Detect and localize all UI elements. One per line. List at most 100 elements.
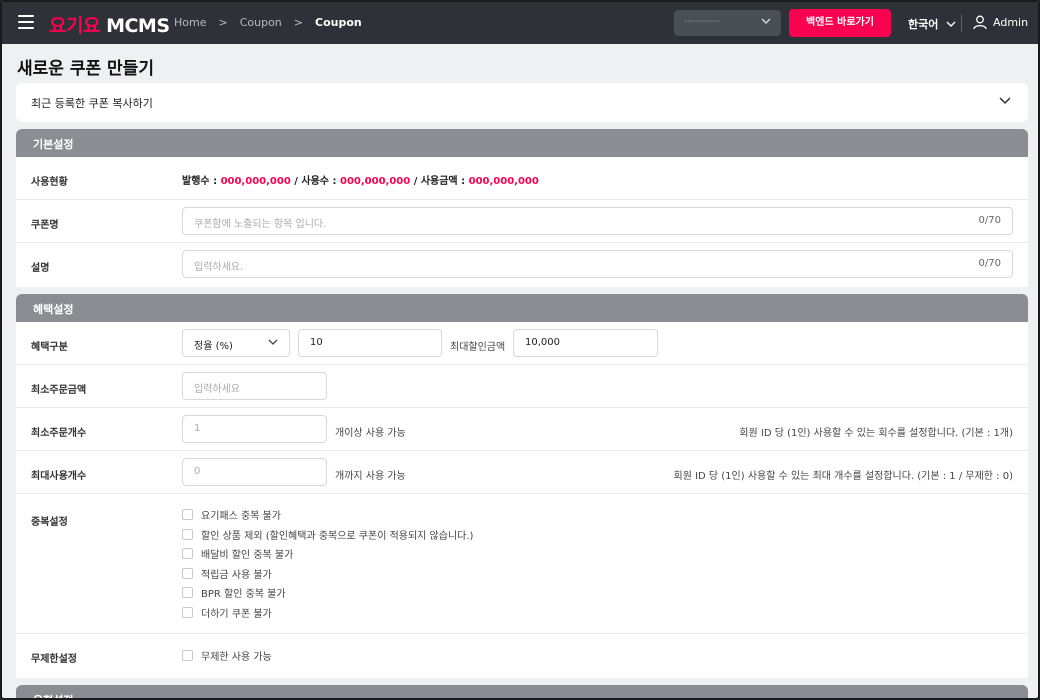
- issued-value: 000,000,000: [220, 176, 291, 187]
- unlimited-label: 무제한설정: [31, 654, 77, 665]
- checkbox[interactable]: [182, 650, 193, 662]
- duplicate-settings-row: 중복설정 요기패스 중복 불가 할인 상품 제외 (할인혜택과 중복으로 쿠폰이…: [16, 494, 1028, 634]
- type-settings-section: 유형설정: [16, 685, 1028, 698]
- coupon-name-label: 쿠폰명: [31, 220, 59, 231]
- checkbox-label: BPR 할인 중복 불가: [201, 589, 286, 601]
- page-title: 새로운 쿠폰 만들기: [17, 59, 154, 79]
- breadcrumb-coupon[interactable]: Coupon: [240, 16, 282, 29]
- checkbox[interactable]: [182, 509, 193, 521]
- usage-stats: 발행수 : 000,000,000 / 사용수 : 000,000,000 / …: [182, 172, 539, 187]
- used-value: 000,000,000: [339, 176, 411, 187]
- dup-option-delivery-fee[interactable]: 배달비 할인 중복 불가: [182, 544, 473, 564]
- min-order-count-note: 회원 ID 당 (1인) 사용할 수 있는 회수를 설정합니다. (기본 : 1…: [739, 428, 1013, 439]
- language-label: 한국어: [908, 18, 939, 31]
- used-label: / 사용수 :: [290, 176, 340, 187]
- unlimited-row: 무제한설정 무제한 사용 가능: [16, 634, 1028, 677]
- amount-label: / 사용금액 :: [410, 176, 469, 187]
- min-order-amount-label: 최소주문금액: [31, 385, 87, 396]
- logo-brand: 요기요: [49, 15, 100, 37]
- site-select-value: ----------: [684, 16, 721, 27]
- description-row: 설명 입력하세요. 0/70: [16, 243, 1028, 286]
- checkbox-label: 무제한 사용 가능: [201, 652, 272, 664]
- coupon-name-input[interactable]: 쿠폰함에 노출되는 항목 입니다. 0/70: [182, 207, 1013, 235]
- duplicate-options: 요기패스 중복 불가 할인 상품 제외 (할인혜택과 중복으로 쿠폰이 적용되지…: [182, 505, 473, 622]
- coupon-name-row: 쿠폰명 쿠폰함에 노출되는 항목 입니다. 0/70: [16, 200, 1028, 243]
- min-order-amount-row: 최소주문금액 입력하세요: [16, 365, 1028, 408]
- basic-settings-section: 기본설정 사용현황 발행수 : 000,000,000 / 사용수 : 000,…: [16, 129, 1028, 287]
- max-use-note: 회원 ID 당 (1인) 사용할 수 있는 최대 개수를 설정합니다. (기본 …: [673, 471, 1014, 482]
- duplicate-settings-label: 중복설정: [31, 517, 68, 528]
- checkbox-label: 적립금 사용 불가: [201, 569, 272, 581]
- description-placeholder: 입력하세요.: [194, 262, 244, 273]
- language-select[interactable]: 한국어: [908, 16, 956, 32]
- breadcrumb-current: Coupon: [315, 16, 362, 29]
- dup-option-plus-coupon[interactable]: 더하기 쿠폰 불가: [182, 603, 473, 623]
- min-order-count-suffix: 개이상 사용 가능: [335, 428, 406, 439]
- user-name: Admin: [993, 16, 1029, 29]
- benefit-type-label: 혜택구분: [31, 342, 68, 353]
- max-discount-input[interactable]: 10,000: [513, 329, 658, 357]
- min-order-count-input[interactable]: 1: [182, 415, 327, 443]
- benefit-rate-value: 10: [310, 337, 323, 348]
- dup-option-discount-items[interactable]: 할인 상품 제외 (할인혜택과 중복으로 쿠폰이 적용되지 않습니다.): [182, 525, 473, 545]
- checkbox[interactable]: [182, 587, 193, 599]
- benefit-type-row: 혜택구분 정율 (%) 10 최대할인금액 10,000: [16, 322, 1028, 365]
- description-label: 설명: [31, 263, 50, 274]
- app-logo[interactable]: 요기요 MCMS: [49, 11, 170, 38]
- chevron-right-icon: >: [218, 16, 228, 29]
- min-order-count-label: 최소주문개수: [31, 428, 87, 439]
- min-order-amount-input[interactable]: 입력하세요: [182, 372, 327, 400]
- section-title: 유형설정: [16, 685, 1028, 698]
- section-title: 기본설정: [16, 129, 1028, 157]
- user-icon: [973, 15, 987, 30]
- max-use-suffix: 개까지 사용 가능: [335, 471, 406, 482]
- app-window: 요기요 MCMS Home > Coupon > Coupon --------…: [0, 0, 1040, 700]
- breadcrumb: Home > Coupon > Coupon: [174, 16, 362, 29]
- menu-icon[interactable]: [18, 15, 34, 29]
- benefit-type-value: 정율 (%): [194, 341, 233, 352]
- checkbox[interactable]: [182, 528, 193, 540]
- max-use-placeholder: 0: [194, 466, 201, 477]
- dup-option-points[interactable]: 적립금 사용 불가: [182, 564, 473, 584]
- max-use-label: 최대사용개수: [31, 471, 87, 482]
- site-select[interactable]: ----------: [674, 10, 781, 36]
- checkbox-label: 할인 상품 제외 (할인혜택과 중복으로 쿠폰이 적용되지 않습니다.): [201, 530, 474, 542]
- benefit-settings-section: 혜택설정 혜택구분 정율 (%) 10 최대할인금액 10,000 최소주문금액…: [16, 294, 1028, 678]
- max-use-row: 최대사용개수 0 개까지 사용 가능 회원 ID 당 (1인) 사용할 수 있는…: [16, 451, 1028, 494]
- max-discount-label: 최대할인금액: [450, 342, 506, 353]
- benefit-type-select[interactable]: 정율 (%): [182, 329, 290, 357]
- section-title: 혜택설정: [16, 294, 1028, 322]
- checkbox-label: 배달비 할인 중복 불가: [201, 550, 294, 562]
- usage-row: 사용현황 발행수 : 000,000,000 / 사용수 : 000,000,0…: [16, 157, 1028, 200]
- max-use-input[interactable]: 0: [182, 458, 327, 486]
- min-order-count-placeholder: 1: [194, 423, 201, 434]
- user-menu[interactable]: Admin: [973, 15, 1028, 30]
- copy-recent-label: 최근 등록한 쿠폰 복사하기: [31, 97, 153, 110]
- chevron-down-icon: [946, 18, 956, 31]
- chevron-down-icon: [761, 15, 771, 30]
- copy-recent-coupon-accordion[interactable]: 최근 등록한 쿠폰 복사하기: [16, 83, 1028, 122]
- chevron-down-icon: [998, 93, 1012, 110]
- checkbox[interactable]: [182, 606, 193, 618]
- logo-product: MCMS: [106, 15, 170, 37]
- divider: [961, 14, 962, 32]
- chevron-down-icon: [268, 338, 278, 349]
- issued-label: 발행수 :: [182, 176, 221, 187]
- backend-shortcut-button[interactable]: 백엔드 바로가기: [789, 9, 891, 37]
- unlimited-option[interactable]: 무제한 사용 가능: [182, 646, 272, 666]
- min-order-count-row: 최소주문개수 1 개이상 사용 가능 회원 ID 당 (1인) 사용할 수 있는…: [16, 408, 1028, 451]
- dup-option-bpr[interactable]: BPR 할인 중복 불가: [182, 583, 473, 603]
- benefit-rate-input[interactable]: 10: [298, 329, 442, 357]
- min-order-amount-placeholder: 입력하세요: [194, 384, 240, 395]
- char-counter: 0/70: [978, 215, 1001, 226]
- top-bar: 요기요 MCMS Home > Coupon > Coupon --------…: [2, 2, 1038, 44]
- usage-label: 사용현황: [31, 177, 68, 188]
- max-discount-value: 10,000: [525, 337, 560, 348]
- checkbox[interactable]: [182, 548, 193, 560]
- dup-option-yogipass[interactable]: 요기패스 중복 불가: [182, 505, 473, 525]
- coupon-name-placeholder: 쿠폰함에 노출되는 항목 입니다.: [194, 219, 327, 230]
- amount-value: 000,000,000: [468, 176, 539, 187]
- breadcrumb-home[interactable]: Home: [174, 16, 206, 29]
- description-input[interactable]: 입력하세요. 0/70: [182, 250, 1013, 278]
- checkbox[interactable]: [182, 567, 193, 579]
